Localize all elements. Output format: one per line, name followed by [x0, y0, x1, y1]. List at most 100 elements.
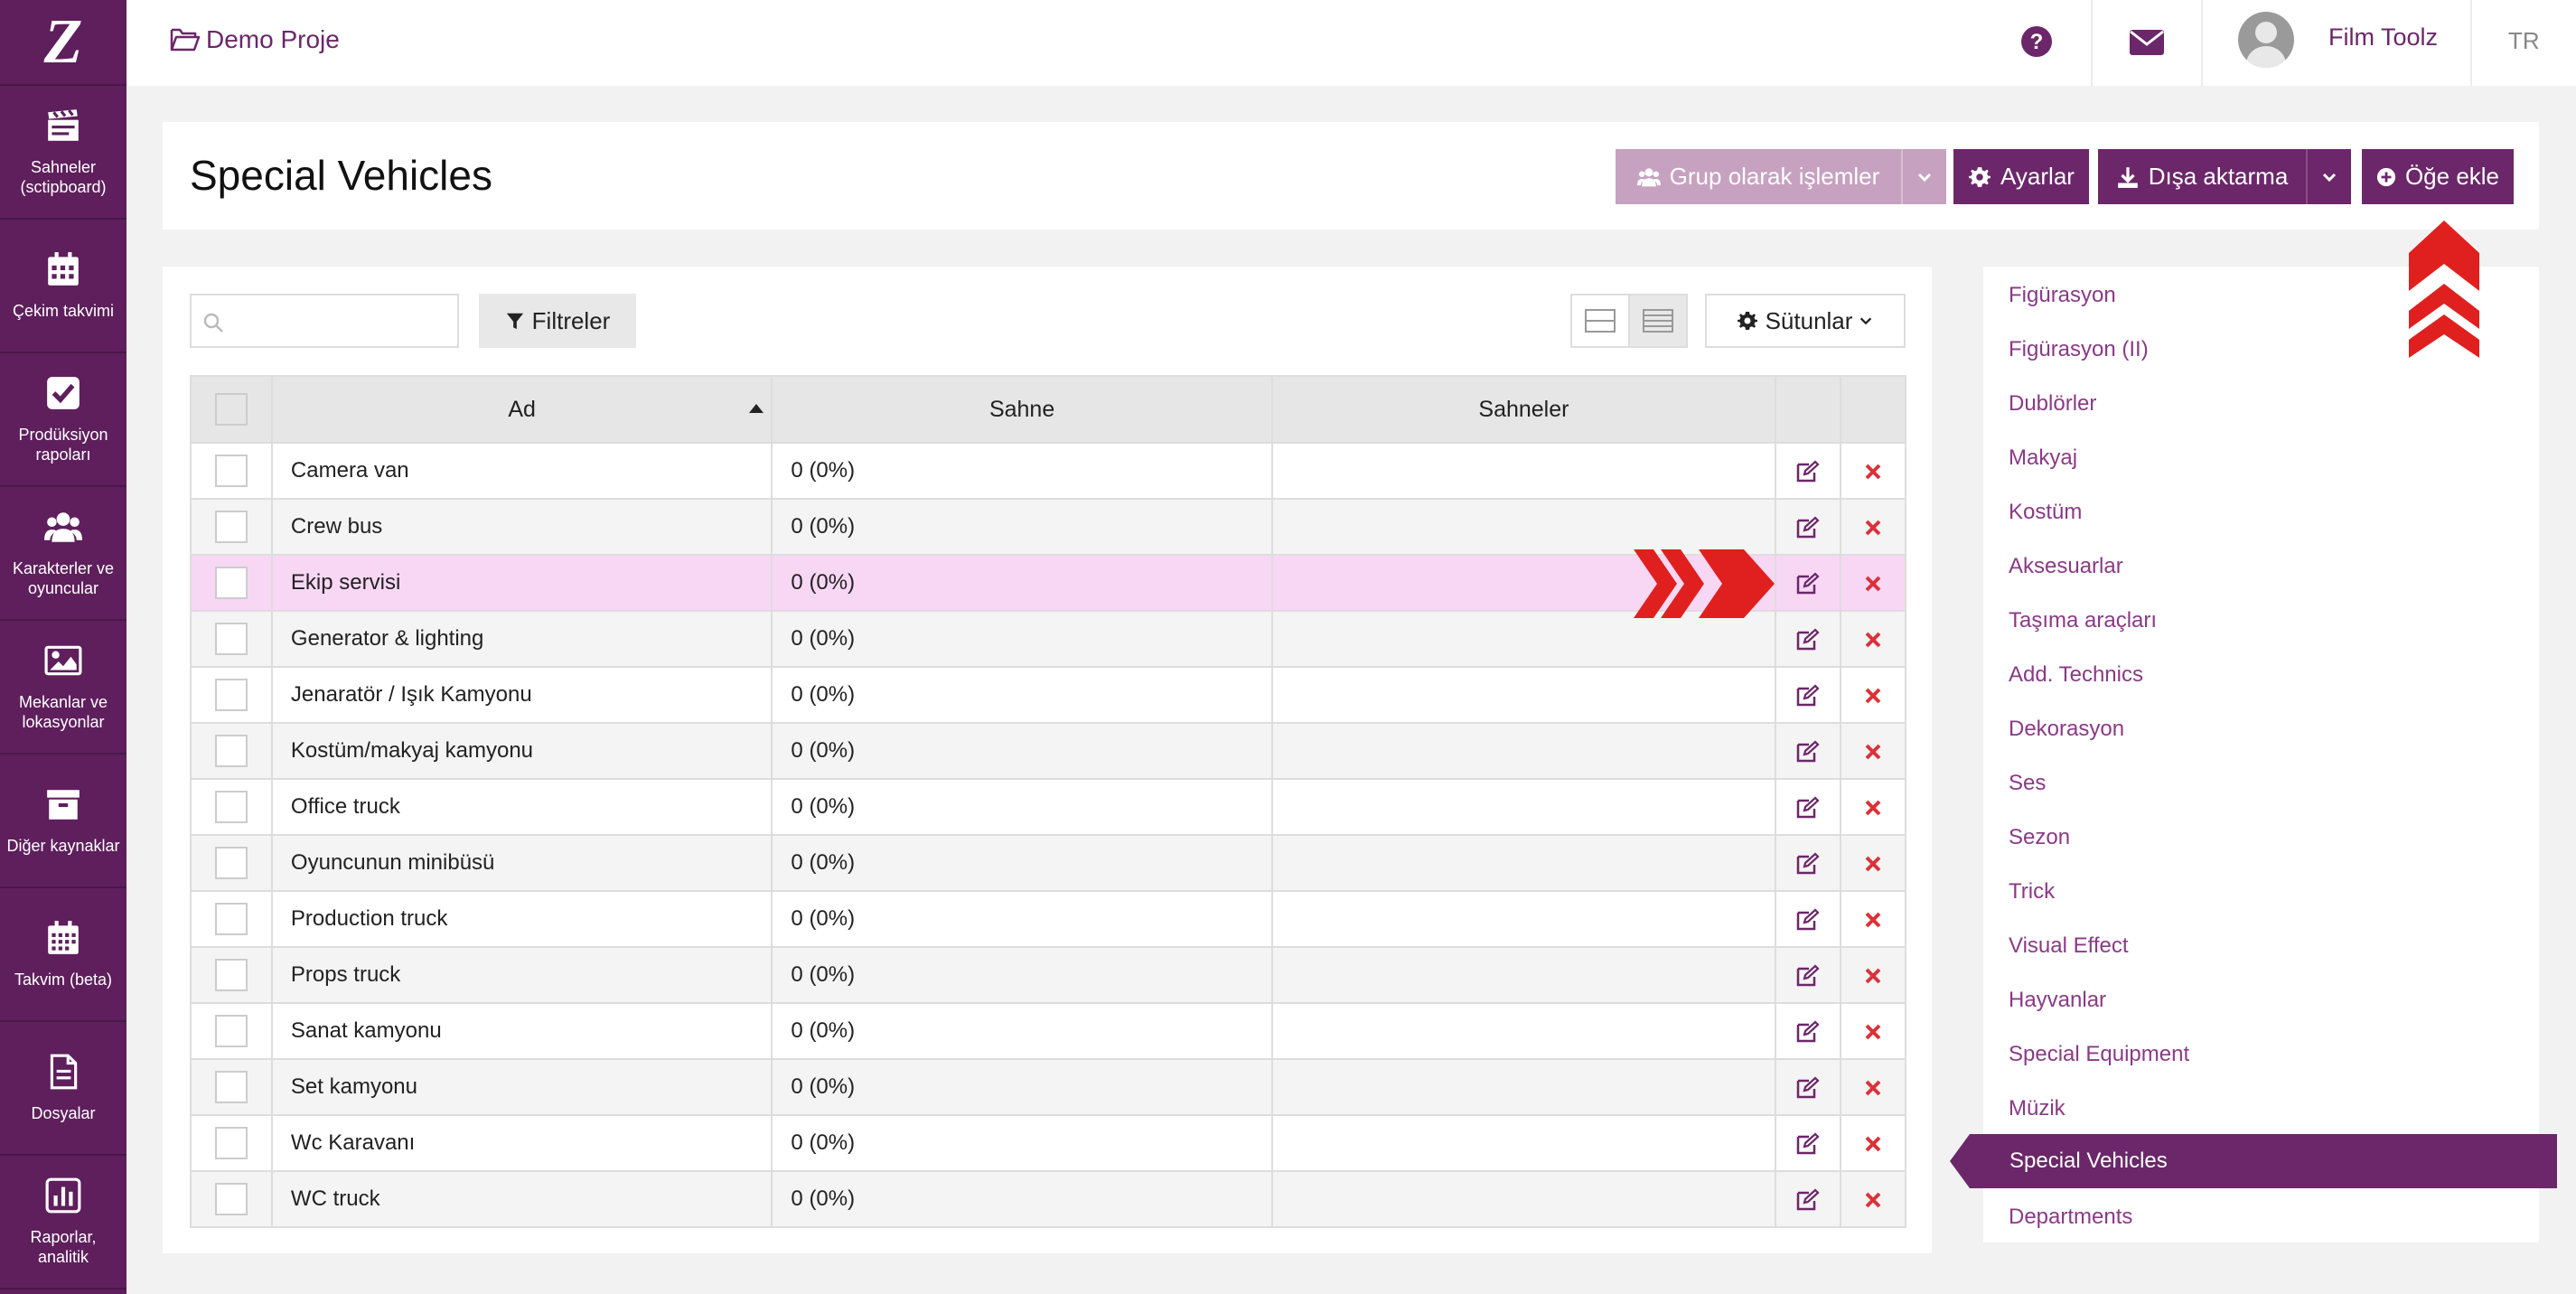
cell-name[interactable]: Kostüm/makyaj kamyonu: [270, 722, 773, 780]
edit-icon[interactable]: [1795, 964, 1821, 988]
sidebar-item-characters[interactable]: Karakterler ve oyuncular: [0, 487, 126, 621]
row-checkbox[interactable]: [214, 455, 248, 487]
delete-icon[interactable]: [1864, 1023, 1882, 1041]
cell-name[interactable]: Oyuncunun minibüsü: [270, 834, 773, 892]
row-checkbox[interactable]: [214, 847, 248, 879]
row-checkbox[interactable]: [214, 1183, 248, 1215]
language-switcher[interactable]: TR: [2508, 27, 2540, 55]
table-row[interactable]: Set kamyonu 0 (0%): [190, 1058, 1906, 1116]
group-actions-dropdown[interactable]: [1901, 149, 1946, 204]
sidebar-item-calendar[interactable]: Takvim (beta): [0, 888, 126, 1022]
cell-name[interactable]: Office truck: [270, 778, 773, 836]
category-item[interactable]: Kostüm: [2009, 500, 2082, 525]
project-link[interactable]: Demo Proje: [170, 25, 340, 54]
category-item[interactable]: Departments: [2009, 1205, 2132, 1230]
sidebar-item-files[interactable]: Dosyalar: [0, 1022, 126, 1156]
view-compact-button[interactable]: [1570, 294, 1630, 348]
table-row[interactable]: Crew bus 0 (0%): [190, 498, 1906, 556]
row-checkbox[interactable]: [214, 903, 248, 935]
delete-icon[interactable]: [1864, 463, 1882, 481]
cell-name[interactable]: Ekip servisi: [270, 554, 773, 612]
export-dropdown[interactable]: [2306, 149, 2351, 204]
edit-icon[interactable]: [1795, 1132, 1821, 1156]
edit-icon[interactable]: [1795, 1076, 1821, 1100]
edit-icon[interactable]: [1795, 516, 1821, 539]
category-item[interactable]: Müzik: [2009, 1096, 2065, 1121]
category-item[interactable]: Aksesuarlar: [2009, 554, 2123, 579]
sidebar-item-scenes[interactable]: Sahneler (sctipboard): [0, 86, 126, 220]
table-row[interactable]: Office truck 0 (0%): [190, 778, 1906, 836]
table-row[interactable]: Camera van 0 (0%): [190, 442, 1906, 500]
cell-name[interactable]: Jenaratör / Işık Kamyonu: [270, 666, 773, 724]
category-item-active[interactable]: Special Vehicles: [1950, 1134, 2557, 1188]
export-button[interactable]: Dışa aktarma: [2098, 149, 2306, 204]
columns-button[interactable]: Sütunlar: [1705, 294, 1906, 348]
delete-icon[interactable]: [1864, 743, 1882, 761]
delete-icon[interactable]: [1864, 911, 1882, 929]
table-row[interactable]: Jenaratör / Işık Kamyonu 0 (0%): [190, 666, 1906, 724]
cell-name[interactable]: Camera van: [270, 442, 773, 500]
sidebar-item-shooting-schedule[interactable]: Çekim takvimi: [0, 220, 126, 353]
category-item[interactable]: Trick: [2009, 879, 2055, 905]
app-logo[interactable]: Z: [0, 0, 126, 86]
sidebar-item-locations[interactable]: Mekanlar ve lokasyonlar: [0, 621, 126, 755]
column-header-name[interactable]: Ad: [270, 375, 773, 444]
edit-icon[interactable]: [1795, 1188, 1821, 1212]
cell-name[interactable]: Generator & lighting: [270, 610, 773, 668]
edit-icon[interactable]: [1795, 460, 1821, 483]
edit-icon[interactable]: [1795, 684, 1821, 708]
table-row[interactable]: Sanat kamyonu 0 (0%): [190, 1002, 1906, 1060]
delete-icon[interactable]: [1864, 519, 1882, 537]
table-row[interactable]: Generator & lighting 0 (0%): [190, 610, 1906, 668]
category-item[interactable]: Hayvanlar: [2009, 988, 2106, 1013]
category-item[interactable]: Visual Effect: [2009, 933, 2129, 959]
select-all-checkbox[interactable]: [214, 393, 248, 426]
delete-icon[interactable]: [1864, 1191, 1882, 1209]
delete-icon[interactable]: [1864, 1135, 1882, 1153]
category-item[interactable]: Sezon: [2009, 825, 2070, 850]
edit-icon[interactable]: [1795, 572, 1821, 595]
category-item[interactable]: Add. Technics: [2009, 662, 2143, 688]
category-item[interactable]: Figürasyon: [2009, 283, 2116, 308]
edit-icon[interactable]: [1795, 740, 1821, 764]
delete-icon[interactable]: [1864, 967, 1882, 985]
category-item[interactable]: Dekorasyon: [2009, 717, 2124, 742]
user-name[interactable]: Film Toolz: [2328, 23, 2438, 52]
table-row[interactable]: Wc Karavanı 0 (0%): [190, 1114, 1906, 1172]
sidebar-item-other-resources[interactable]: Diğer kaynaklar: [0, 755, 126, 888]
edit-icon[interactable]: [1795, 1020, 1821, 1044]
cell-name[interactable]: Production truck: [270, 890, 773, 948]
row-checkbox[interactable]: [214, 1015, 248, 1047]
cell-name[interactable]: Wc Karavanı: [270, 1114, 773, 1172]
avatar[interactable]: [2238, 12, 2294, 68]
category-item[interactable]: Special Equipment: [2009, 1042, 2189, 1067]
row-checkbox[interactable]: [214, 1071, 248, 1103]
category-item[interactable]: Taşıma araçları: [2009, 608, 2157, 633]
search-input[interactable]: [190, 294, 459, 348]
sidebar-item-reports[interactable]: Raporlar, analitik: [0, 1156, 126, 1289]
table-row[interactable]: Oyuncunun minibüsü 0 (0%): [190, 834, 1906, 892]
category-item[interactable]: Makyaj: [2009, 445, 2077, 471]
mail-icon[interactable]: [2129, 29, 2165, 56]
row-checkbox[interactable]: [214, 735, 248, 767]
edit-icon[interactable]: [1795, 908, 1821, 932]
row-checkbox[interactable]: [214, 567, 248, 599]
row-checkbox[interactable]: [214, 1127, 248, 1159]
category-item[interactable]: Dublörler: [2009, 391, 2096, 417]
delete-icon[interactable]: [1864, 1079, 1882, 1097]
row-checkbox[interactable]: [214, 791, 248, 823]
edit-icon[interactable]: [1795, 628, 1821, 652]
group-actions-button[interactable]: Grup olarak işlemler: [1616, 149, 1901, 204]
row-checkbox[interactable]: [214, 623, 248, 655]
cell-name[interactable]: WC truck: [270, 1170, 773, 1228]
delete-icon[interactable]: [1864, 799, 1882, 817]
column-header-scenes[interactable]: Sahneler: [1270, 375, 1777, 444]
add-item-button[interactable]: Öğe ekle: [2362, 149, 2514, 204]
table-row[interactable]: WC truck 0 (0%): [190, 1170, 1906, 1228]
cell-name[interactable]: Set kamyonu: [270, 1058, 773, 1116]
delete-icon[interactable]: [1864, 855, 1882, 873]
row-checkbox[interactable]: [214, 511, 248, 543]
cell-name[interactable]: Crew bus: [270, 498, 773, 556]
sidebar-item-production-reports[interactable]: Prodüksiyon rapoları: [0, 353, 126, 487]
delete-icon[interactable]: [1864, 631, 1882, 649]
